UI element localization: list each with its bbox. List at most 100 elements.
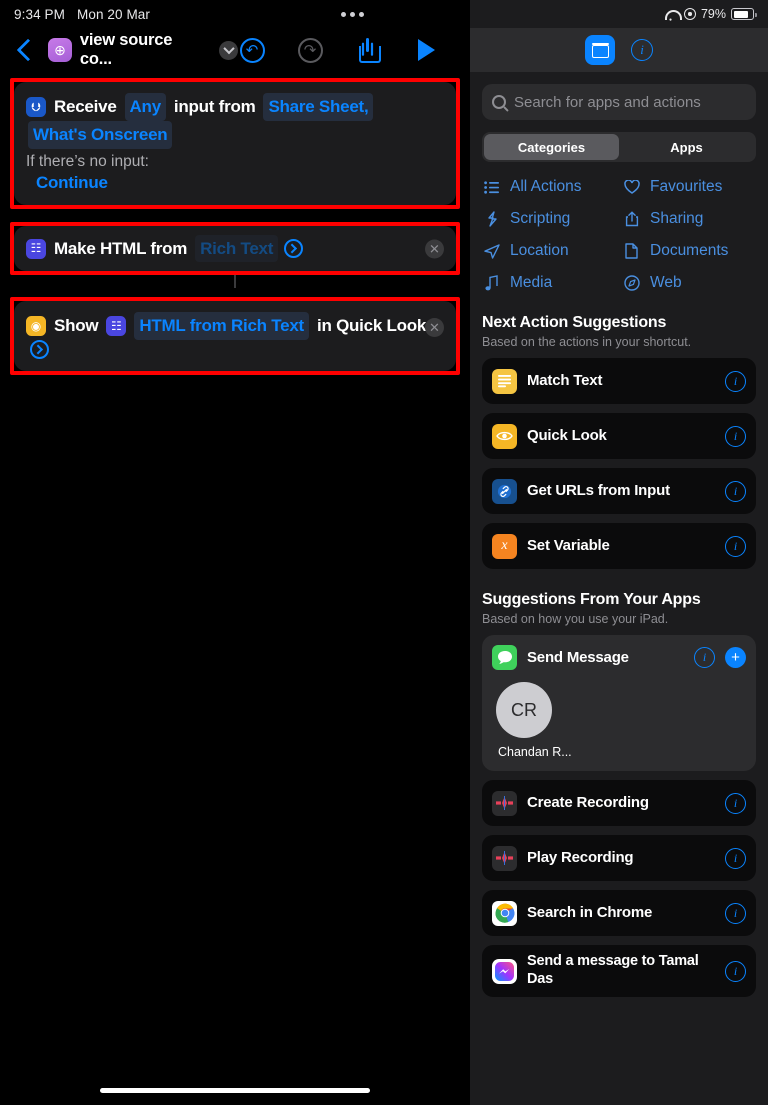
music-note-icon [482, 275, 501, 291]
contact-chip[interactable]: CR Chandan R... [492, 682, 746, 759]
category-documents[interactable]: Documents [622, 242, 756, 260]
ellipsis-icon[interactable] [341, 12, 456, 17]
category-web[interactable]: Web [622, 274, 756, 292]
info-circle-icon[interactable]: i [725, 481, 746, 502]
variable-html-from-rich-text-token[interactable]: HTML from Rich Text [134, 312, 309, 340]
app-suggestion-label: Send Message [527, 649, 684, 666]
highlight-box-make-html: ☷ Make HTML from Rich Text ✕ [10, 222, 460, 276]
info-circle-icon[interactable]: i [725, 426, 746, 447]
category-scripting[interactable]: Scripting [482, 210, 616, 228]
scripting-icon [482, 211, 501, 227]
add-action-icon[interactable] [585, 35, 615, 65]
messages-app-icon [492, 645, 517, 670]
variable-glyph: x [501, 538, 507, 554]
library-segmented-control[interactable]: Categories Apps [482, 132, 756, 162]
info-circle-icon[interactable]: i [725, 371, 746, 392]
heart-icon [622, 180, 641, 194]
app-suggestion-row-play-recording[interactable]: Play Recording i [482, 835, 756, 881]
quick-look-eye-glyph: ◉ [31, 317, 41, 335]
variable-icon: x [492, 534, 517, 559]
input-source-share-sheet-token[interactable]: Share Sheet, [263, 93, 373, 121]
category-label: Documents [650, 242, 728, 260]
info-circle-icon[interactable]: i [725, 961, 746, 982]
redo-button[interactable] [296, 36, 324, 64]
contact-name: Chandan R... [496, 745, 746, 759]
link-icon [492, 479, 517, 504]
undo-icon [240, 38, 265, 63]
fallback-continue-token[interactable]: Continue [36, 173, 108, 192]
quick-look-line: ◉ Show ☷ HTML from Rich Text in Quick Lo… [26, 312, 442, 359]
run-button[interactable] [412, 36, 440, 64]
category-label: All Actions [510, 178, 582, 196]
undo-button[interactable] [238, 36, 266, 64]
chevron-right-circle-icon[interactable] [284, 239, 303, 258]
suggestion-row-get-urls[interactable]: Get URLs from Input i [482, 468, 756, 514]
search-input[interactable]: Search for apps and actions [514, 94, 701, 111]
info-circle-icon[interactable]: i [725, 793, 746, 814]
back-chevron-icon[interactable] [14, 35, 40, 65]
home-indicator [0, 1075, 470, 1105]
app-suggestions-subtitle: Based on how you use your iPad. [482, 612, 756, 626]
input-source-whats-onscreen-token[interactable]: What's Onscreen [28, 121, 172, 149]
rotation-lock-icon [684, 8, 696, 20]
action-connector [234, 275, 236, 288]
variable-html-glyph: ☷ [111, 317, 122, 335]
next-actions-subtitle: Based on the actions in your shortcut. [482, 335, 756, 349]
search-bar[interactable]: Search for apps and actions [482, 84, 756, 120]
app-suggestion-row-send-message-tamal[interactable]: Send a message to Tamal Das i [482, 945, 756, 997]
status-bar-left: 9:34 PM Mon 20 Mar [0, 0, 470, 28]
chevron-down-icon[interactable] [219, 41, 238, 60]
library-body: Search for apps and actions Categories A… [470, 84, 768, 997]
tab-categories[interactable]: Categories [484, 134, 619, 160]
app-suggestions-title: Suggestions From Your Apps [482, 591, 756, 609]
suggestion-row-match-text[interactable]: Match Text i [482, 358, 756, 404]
page-title: view source co... [80, 31, 208, 69]
suggestion-label: Play Recording [527, 849, 715, 866]
variable-html-icon: ☷ [106, 316, 126, 336]
play-icon [418, 39, 435, 61]
quick-look-action[interactable]: ◉ Show ☷ HTML from Rich Text in Quick Lo… [14, 301, 456, 371]
suggestion-row-set-variable[interactable]: x Set Variable i [482, 523, 756, 569]
shortcut-title-group[interactable]: ⊕ view source co... [48, 31, 238, 69]
share-button[interactable] [354, 36, 382, 64]
app-suggestion-card-send-message[interactable]: Send Message i + CR Chandan R... [482, 635, 756, 771]
remove-action-icon[interactable]: ✕ [425, 239, 444, 258]
chevron-right-circle-icon[interactable] [30, 340, 49, 359]
make-html-action[interactable]: ☷ Make HTML from Rich Text ✕ [14, 226, 456, 272]
plus-circle-icon[interactable]: + [725, 647, 746, 668]
category-sharing[interactable]: Sharing [622, 210, 756, 228]
suggestion-row-quick-look[interactable]: Quick Look i [482, 413, 756, 459]
suggestion-label: Match Text [527, 372, 715, 389]
status-bar-right: 79% [470, 0, 768, 28]
info-circle-icon[interactable]: i [725, 536, 746, 557]
app-suggestion-row-create-recording[interactable]: Create Recording i [482, 780, 756, 826]
suggestion-label: Set Variable [527, 537, 715, 554]
tab-apps[interactable]: Apps [619, 134, 754, 160]
rich-text-placeholder[interactable]: Rich Text [195, 235, 278, 263]
messenger-app-icon [492, 959, 517, 984]
info-circle-icon[interactable]: i [725, 848, 746, 869]
suggestion-label: Create Recording [527, 794, 715, 811]
category-label: Media [510, 274, 552, 292]
category-all-actions[interactable]: All Actions [482, 178, 616, 196]
wifi-icon [664, 8, 679, 20]
info-circle-icon[interactable]: i [725, 903, 746, 924]
toolbar-actions [238, 36, 456, 64]
match-text-icon [492, 369, 517, 394]
highlight-box-quick-look: ◉ Show ☷ HTML from Rich Text in Quick Lo… [10, 297, 460, 375]
category-favourites[interactable]: Favourites [622, 178, 756, 196]
category-media[interactable]: Media [482, 274, 616, 292]
receive-input-action[interactable]: ⮋ Receive Any input from Share Sheet, Wh… [14, 82, 456, 205]
category-location[interactable]: Location [482, 242, 616, 260]
shortcuts-editor-screen: 9:34 PM Mon 20 Mar ⊕ view source co... [0, 0, 768, 1105]
info-circle-icon[interactable]: i [694, 647, 715, 668]
chrome-app-icon [492, 901, 517, 926]
battery-percent: 79% [701, 7, 726, 21]
info-circle-icon[interactable]: i [631, 39, 653, 61]
app-suggestion-row-search-chrome[interactable]: Search in Chrome i [482, 890, 756, 936]
input-type-token[interactable]: Any [125, 93, 166, 121]
voice-memos-icon [492, 791, 517, 816]
actions-list: ⮋ Receive Any input from Share Sheet, Wh… [0, 78, 470, 375]
suggestion-label: Send a message to Tamal Das [527, 953, 715, 988]
categories-grid: All Actions Favourites Scripting [482, 178, 756, 292]
